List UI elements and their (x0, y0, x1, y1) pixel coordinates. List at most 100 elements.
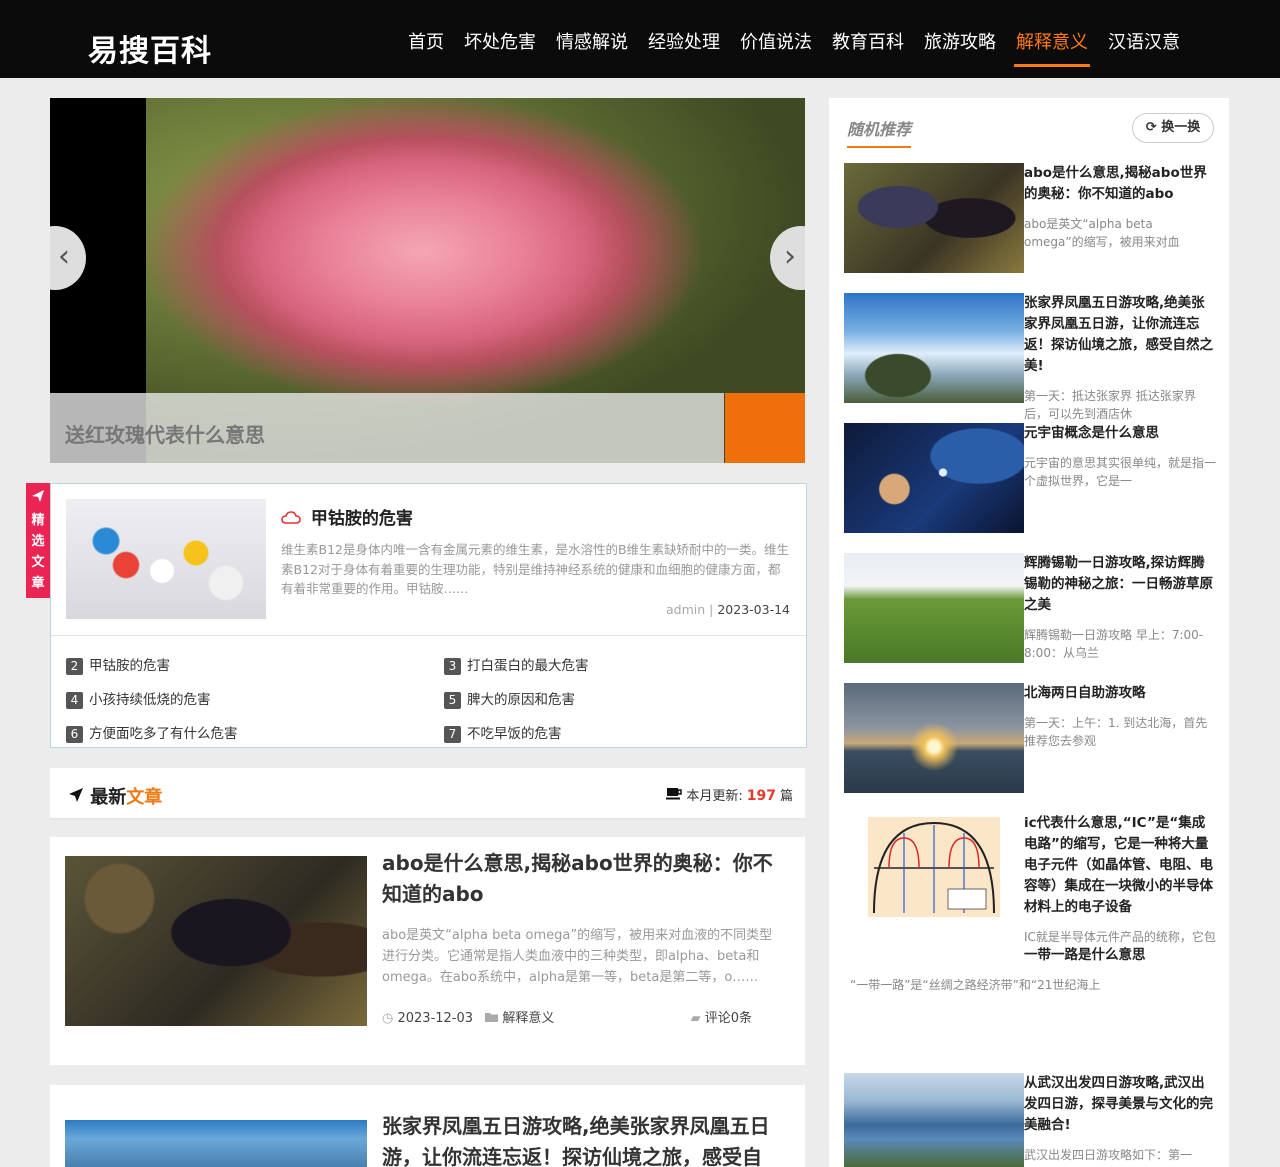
sidebar-item-desc: abo是英文“alpha beta omega”的缩写，被用来对血 (1024, 217, 1180, 249)
cloud-icon (281, 509, 307, 529)
post-title[interactable]: abo是什么意思,揭秘abo世界的奥秘：你不知道的abo (382, 848, 782, 910)
sidebar-item-desc: 辉腾锡勒一日游攻略 早上：7:00-8:00：从乌兰 (1024, 628, 1204, 660)
list-item[interactable]: 3 打白蛋白的最大危害 (444, 654, 589, 675)
post-comments-count[interactable]: 评论0条 (705, 1011, 752, 1026)
sidebar-item-title[interactable]: 一带一路是什么意思 (1024, 945, 1216, 966)
meta-separator: | (709, 602, 714, 617)
latest-title-highlight: 文章 (126, 787, 163, 808)
refresh-icon: ⟳ (1145, 120, 1157, 135)
update-unit: 篇 (779, 789, 793, 804)
post-thumbnail[interactable] (65, 856, 367, 1026)
list-item-label[interactable]: 甲钴胺的危害 (89, 658, 170, 674)
sidebar-item-desc: 第一天：抵达张家界 抵达张家界后，可以先到酒店休 (1024, 389, 1196, 421)
post-title[interactable]: 张家界凤凰五日游攻略,绝美张家界凤凰五日游，让你流连忘返！探访仙境之旅，感受自 (382, 1111, 782, 1167)
site-logo[interactable]: 易搜百科 (88, 26, 212, 70)
list-item[interactable]: 6 方便面吃多了有什么危害 (66, 722, 238, 743)
featured-tab-label: 精选文章 (31, 513, 45, 591)
post-meta: ◷ 2023-12-03 解释意义 ▰ 评论0条 (382, 1007, 752, 1026)
sidebar-item-title[interactable]: 北海两日自助游攻略 (1024, 683, 1216, 704)
list-item-label[interactable]: 脾大的原因和危害 (467, 692, 575, 708)
sidebar-random-picks: 随机推荐 ⟳ 换一换 abo是什么意思,揭秘abo世界的奥秘：你不知道的abo … (829, 98, 1229, 1167)
rank-number: 3 (444, 658, 461, 675)
sidebar-thumbnail[interactable] (844, 163, 1024, 273)
sidebar-item-desc: “一带一路”是“丝绸之路经济带”和“21世纪海上 (850, 978, 1101, 992)
sidebar-item-title[interactable]: 张家界凤凰五日游攻略,绝美张家界凤凰五日游，让你流连忘返！探访仙境之旅，感受自然… (1024, 293, 1216, 377)
list-item[interactable]: 7 不吃早饭的危害 (444, 722, 562, 743)
rank-number: 2 (66, 658, 83, 675)
sidebar-thumbnail[interactable] (844, 423, 1024, 533)
nav-item-education[interactable]: 教育百科 (822, 30, 914, 56)
list-item-label[interactable]: 方便面吃多了有什么危害 (89, 726, 238, 742)
sidebar-item-title[interactable]: 辉腾锡勒一日游攻略,探访辉腾锡勒的神秘之旅：一日畅游草原之美 (1024, 553, 1216, 616)
nav-item-emotion[interactable]: 情感解说 (546, 30, 638, 56)
sidebar-thumbnail[interactable] (844, 1073, 1024, 1167)
sidebar-title: 随机推荐 (847, 116, 912, 148)
list-item-label[interactable]: 不吃早饭的危害 (467, 726, 562, 742)
list-item-label[interactable]: 小孩持续低烧的危害 (89, 692, 211, 708)
nav-item-travel[interactable]: 旅游攻略 (914, 30, 1006, 56)
rank-number: 6 (66, 726, 83, 743)
nav-item-experience[interactable]: 经验处理 (638, 30, 730, 56)
nav-item-value[interactable]: 价值说法 (730, 30, 822, 56)
post-card: 张家界凤凰五日游攻略,绝美张家界凤凰五日游，让你流连忘返！探访仙境之旅，感受自 (50, 1085, 805, 1167)
latest-title-prefix: 最新 (90, 787, 127, 808)
clock-icon: ◷ (382, 1011, 394, 1026)
divider (51, 635, 806, 636)
nav-item-chinese[interactable]: 汉语汉意 (1098, 30, 1190, 56)
hero-slider[interactable]: 送红玫瑰代表什么意思 ‹ › (50, 98, 805, 463)
sidebar-item-desc: IC就是半导体元件产品的统称，它包 (1024, 930, 1216, 944)
rank-number: 5 (444, 692, 461, 709)
sidebar-thumbnail[interactable] (844, 293, 1024, 403)
sidebar-thumbnail-ic-diagram[interactable] (844, 813, 1024, 923)
featured-box: 甲钴胺的危害 维生素B12是身体内唯一含有金属元素的维生素，是水溶性的B维生素缺… (50, 483, 807, 748)
featured-thumbnail-pills[interactable] (66, 499, 266, 619)
refresh-label[interactable]: 换一换 (1161, 120, 1200, 135)
sidebar-thumbnail[interactable] (844, 553, 1024, 663)
sidebar-item[interactable]: ic代表什么意思,“IC”是“集成电路”的缩写，它是一种将大量电子元件（如晶体管… (844, 813, 1219, 948)
post-category[interactable]: 解释意义 (502, 1011, 554, 1026)
nav-item-harm[interactable]: 坏处危害 (454, 30, 546, 56)
sidebar-item[interactable]: abo是什么意思,揭秘abo世界的奥秘：你不知道的abo abo是英文“alph… (844, 163, 1219, 273)
sidebar-item-title[interactable]: 元宇宙概念是什么意思 (1024, 423, 1216, 444)
chevron-left-icon: ‹ (58, 239, 70, 274)
refresh-button[interactable]: ⟳ 换一换 (1132, 113, 1214, 143)
featured-title-text[interactable]: 甲钴胺的危害 (311, 509, 413, 529)
featured-author: admin (665, 602, 706, 617)
sidebar-item-title[interactable]: ic代表什么意思,“IC”是“集成电路”的缩写，它是一种将大量电子元件（如晶体管… (1024, 813, 1216, 918)
rank-number: 7 (444, 726, 461, 743)
list-item[interactable]: 5 脾大的原因和危害 (444, 688, 575, 709)
post-comments[interactable]: ▰ 评论0条 (691, 1007, 752, 1026)
slide-accent-block (725, 393, 805, 463)
sidebar-item[interactable]: 辉腾锡勒一日游攻略,探访辉腾锡勒的神秘之旅：一日畅游草原之美 辉腾锡勒一日游攻略… (844, 553, 1219, 663)
sidebar-item[interactable]: 一带一路是什么意思 “一带一路”是“丝绸之路经济带”和“21世纪海上 (844, 945, 1219, 995)
main-nav: 首页 坏处危害 情感解说 经验处理 价值说法 教育百科 旅游攻略 解释意义 汉语… (398, 30, 1190, 67)
list-item[interactable]: 2 甲钴胺的危害 (66, 654, 170, 675)
sidebar-item-title[interactable]: abo是什么意思,揭秘abo世界的奥秘：你不知道的abo (1024, 163, 1216, 205)
post-card: abo是什么意思,揭秘abo世界的奥秘：你不知道的abo abo是英文“alph… (50, 837, 805, 1065)
paper-plane-icon (26, 489, 50, 507)
list-item-label[interactable]: 打白蛋白的最大危害 (467, 658, 589, 674)
top-navbar: 易搜百科 首页 坏处危害 情感解说 经验处理 价值说法 教育百科 旅游攻略 解释… (0, 0, 1280, 78)
featured-tab: 精选文章 (26, 483, 50, 598)
slider-prev-button[interactable]: ‹ (50, 226, 86, 290)
sidebar-item-title[interactable]: 从武汉出发四日游攻略,武汉出发四日游，探寻美景与文化的完美融合! (1024, 1073, 1216, 1136)
comment-icon: ▰ (690, 1011, 701, 1026)
featured-meta: admin | 2023-03-14 (666, 602, 790, 617)
nav-item-meaning[interactable]: 解释意义 (1006, 30, 1098, 67)
sidebar-item[interactable]: 元宇宙概念是什么意思 元宇宙的意思其实很单纯，就是指一个虚拟世界，它是一 (844, 423, 1219, 533)
slide-title[interactable]: 送红玫瑰代表什么意思 (65, 419, 265, 448)
sidebar-thumbnail[interactable] (844, 683, 1024, 793)
latest-articles-header: 最新文章 本月更新: 197 篇 (50, 768, 805, 820)
sidebar-item[interactable]: 从武汉出发四日游攻略,武汉出发四日游，探寻美景与文化的完美融合! 武汉出发四日游… (844, 1073, 1219, 1167)
slide-caption: 送红玫瑰代表什么意思 (50, 393, 724, 463)
sidebar-item[interactable]: 北海两日自助游攻略 第一天：上午：1. 到达北海，首先推荐您去参观 (844, 683, 1219, 793)
list-item[interactable]: 4 小孩持续低烧的危害 (66, 688, 211, 709)
monthly-update: 本月更新: 197 篇 (666, 785, 793, 804)
featured-title[interactable]: 甲钴胺的危害 (281, 504, 413, 529)
sidebar-item[interactable]: 张家界凤凰五日游攻略,绝美张家界凤凰五日游，让你流连忘返！探访仙境之旅，感受自然… (844, 293, 1219, 421)
latest-title: 最新文章 (68, 783, 162, 809)
update-label: 本月更新: (686, 789, 743, 804)
chevron-right-icon: › (784, 239, 796, 274)
nav-item-home[interactable]: 首页 (398, 30, 454, 56)
post-thumbnail[interactable] (65, 1120, 367, 1167)
